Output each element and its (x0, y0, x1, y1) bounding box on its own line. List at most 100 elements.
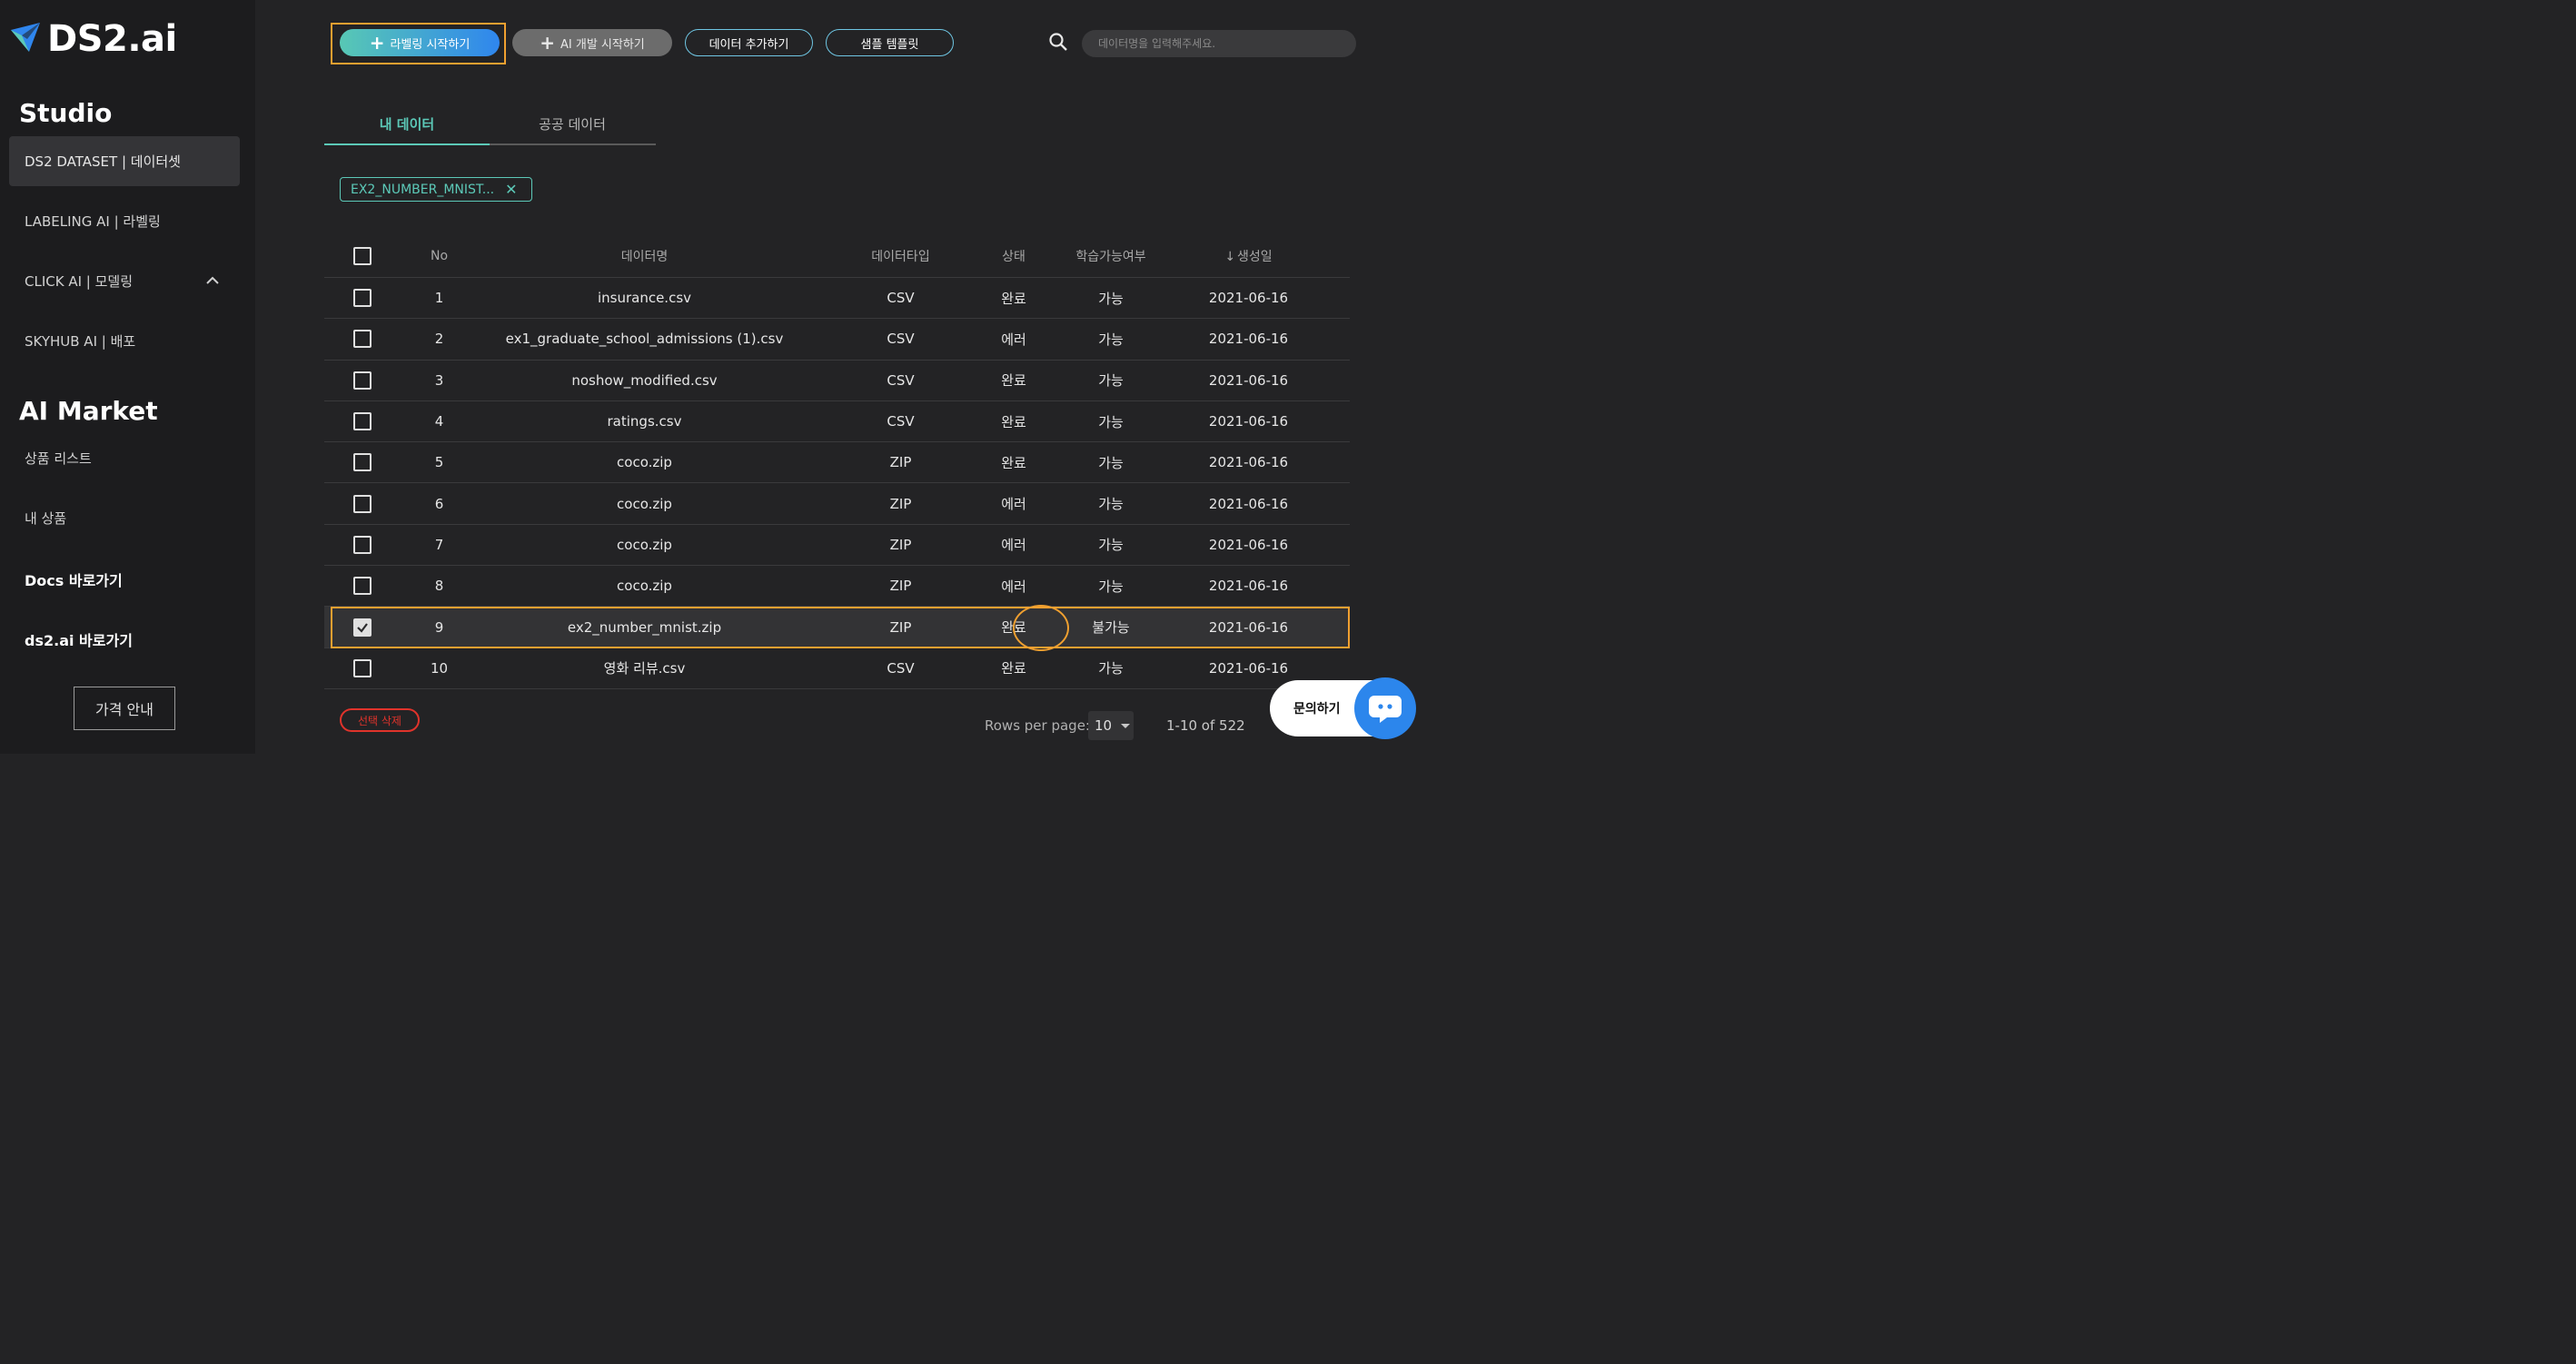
tab-my-data[interactable]: 내 데이터 (324, 104, 490, 145)
table-row[interactable]: 5 coco.zip ZIP 완료 가능 2021-06-16 (324, 442, 1350, 484)
cell-date: 2021-06-16 (1208, 454, 1289, 471)
sidebar-link-docs[interactable]: Docs 바로가기 (9, 554, 240, 604)
header-no: No (430, 249, 449, 263)
chat-icon (1369, 696, 1402, 723)
table-row[interactable]: 3 noshow_modified.csv CSV 완료 가능 2021-06-… (324, 361, 1350, 401)
sidebar-item-label: DS2 DATASET | 데이터셋 (25, 153, 181, 170)
row-checkbox-checked[interactable] (353, 618, 372, 637)
cell-no: 3 (434, 371, 444, 389)
pricing-button[interactable]: 가격 안내 (74, 687, 175, 730)
sidebar-item-skyhub[interactable]: SKYHUB AI | 배포 (9, 316, 240, 366)
cell-date: 2021-06-16 (1208, 618, 1289, 636)
cell-date: 2021-06-16 (1208, 290, 1289, 307)
cell-date: 2021-06-16 (1208, 536, 1289, 553)
row-checkbox[interactable] (353, 494, 372, 513)
cell-type: ZIP (889, 454, 912, 471)
filter-chip: EX2_NUMBER_MNIST... ✕ (340, 177, 532, 202)
chevron-up-icon[interactable] (205, 273, 220, 288)
header-date-sort[interactable]: ↓ 생성일 (1202, 247, 1295, 265)
row-checkbox[interactable] (353, 330, 372, 349)
cell-no: 6 (434, 495, 444, 512)
sidebar-item-label: 상품 리스트 (25, 450, 92, 467)
start-ai-dev-button[interactable]: + AI 개발 시작하기 (512, 29, 672, 56)
row-checkbox[interactable] (353, 535, 372, 554)
start-ai-dev-label: AI 개발 시작하기 (560, 37, 645, 52)
header-status: 상태 (1002, 250, 1025, 264)
cell-name: coco.zip (617, 578, 672, 595)
row-checkbox[interactable] (353, 453, 372, 472)
close-icon[interactable]: ✕ (505, 181, 517, 198)
cell-no: 2 (434, 331, 444, 348)
filter-chip-label: EX2_NUMBER_MNIST... (351, 182, 495, 197)
row-checkbox[interactable] (353, 289, 372, 308)
cell-type: ZIP (889, 536, 912, 553)
table-row[interactable]: 1 insurance.csv CSV 완료 가능 2021-06-16 (324, 278, 1350, 320)
chat-bubble-icon[interactable] (1354, 677, 1416, 739)
cell-status: 완료 (1001, 290, 1026, 307)
cell-no: 9 (434, 618, 444, 636)
cell-status: 에러 (1001, 537, 1026, 554)
header-trainable: 학습가능여부 (1075, 250, 1146, 264)
tab-public-data[interactable]: 공공 데이터 (490, 104, 655, 143)
search-input[interactable] (1082, 30, 1356, 57)
cell-name: coco.zip (617, 454, 672, 471)
cell-type: ZIP (889, 618, 912, 636)
table-row[interactable]: 10 영화 리뷰.csv CSV 완료 가능 2021-06-16 (324, 648, 1350, 689)
plus-icon: + (540, 32, 555, 54)
search-icon[interactable] (1048, 32, 1068, 52)
cell-no: 4 (434, 413, 444, 430)
cell-trainable: 가능 (1098, 660, 1124, 677)
header-name: 데이터명 (620, 250, 669, 264)
sample-template-button[interactable]: 샘플 템플릿 (826, 29, 954, 56)
select-all-checkbox[interactable] (353, 247, 372, 265)
delete-selected-button[interactable]: 선택 삭제 (340, 708, 420, 732)
cell-name: insurance.csv (597, 290, 692, 307)
sidebar-item-my-products[interactable]: 내 상품 (9, 493, 240, 543)
cell-type: CSV (887, 371, 915, 389)
rows-per-page-select[interactable]: 10 (1088, 711, 1134, 740)
table-row[interactable]: 4 ratings.csv CSV 완료 가능 2021-06-16 (324, 401, 1350, 443)
sidebar-item-labeling[interactable]: LABELING AI | 라벨링 (9, 196, 240, 246)
logo[interactable]: DS2.ai (9, 18, 177, 60)
row-checkbox[interactable] (353, 577, 372, 596)
sidebar: DS2.ai Studio DS2 DATASET | 데이터셋 LABELIN… (0, 0, 255, 754)
sidebar-item-label: SKYHUB AI | 배포 (25, 333, 136, 350)
cell-name: coco.zip (617, 536, 672, 553)
inquiry-label: 문의하기 (1293, 702, 1341, 717)
table-header: No 데이터명 데이터타입 상태 학습가능여부 ↓ 생성일 (324, 235, 1350, 278)
cell-status: 완료 (1001, 660, 1026, 677)
sidebar-item-label: LABELING AI | 라벨링 (25, 213, 161, 230)
cell-no: 5 (434, 454, 444, 471)
cell-date: 2021-06-16 (1208, 659, 1289, 677)
sidebar-item-dataset[interactable]: DS2 DATASET | 데이터셋 (9, 136, 240, 186)
add-data-button[interactable]: 데이터 추가하기 (685, 29, 813, 56)
cell-status: 완료 (1001, 454, 1026, 471)
cell-type: CSV (887, 331, 915, 348)
arrow-down-icon: ↓ (1224, 250, 1236, 264)
table-row[interactable]: 2 ex1_graduate_school_admissions (1).csv… (324, 319, 1350, 361)
table-row[interactable]: 7 coco.zip ZIP 에러 가능 2021-06-16 (324, 525, 1350, 567)
cell-date: 2021-06-16 (1208, 413, 1289, 430)
sidebar-item-product-list[interactable]: 상품 리스트 (9, 433, 240, 483)
cell-trainable: 가능 (1098, 578, 1124, 595)
table-row[interactable]: 8 coco.zip ZIP 에러 가능 2021-06-16 (324, 566, 1350, 608)
cell-trainable: 가능 (1098, 496, 1124, 513)
sidebar-item-click-ai[interactable]: CLICK AI | 모델링 (9, 256, 240, 306)
table-row[interactable]: 6 coco.zip ZIP 에러 가능 2021-06-16 (324, 483, 1350, 525)
cell-status: 에러 (1001, 331, 1026, 348)
row-checkbox[interactable] (353, 371, 372, 390)
rows-per-page-value: 10 (1095, 717, 1113, 734)
cell-no: 1 (434, 290, 444, 307)
data-table: No 데이터명 데이터타입 상태 학습가능여부 ↓ 생성일 1 insurance… (324, 235, 1350, 689)
start-labeling-highlight (331, 23, 506, 64)
rows-per-page-label: Rows per page: (985, 717, 1090, 734)
logo-text: DS2.ai (47, 18, 177, 60)
sidebar-link-ds2ai[interactable]: ds2.ai 바로가기 (9, 614, 240, 664)
row-checkbox[interactable] (353, 412, 372, 431)
table-row-selected[interactable]: 9 ex2_number_mnist.zip ZIP 완료 불가능 2021-0… (324, 607, 1350, 648)
header-type: 데이터타입 (871, 250, 930, 264)
cell-no: 10 (430, 659, 449, 677)
cell-trainable: 가능 (1098, 290, 1124, 307)
cell-status: 완료 (1001, 413, 1026, 430)
row-checkbox[interactable] (353, 658, 372, 677)
